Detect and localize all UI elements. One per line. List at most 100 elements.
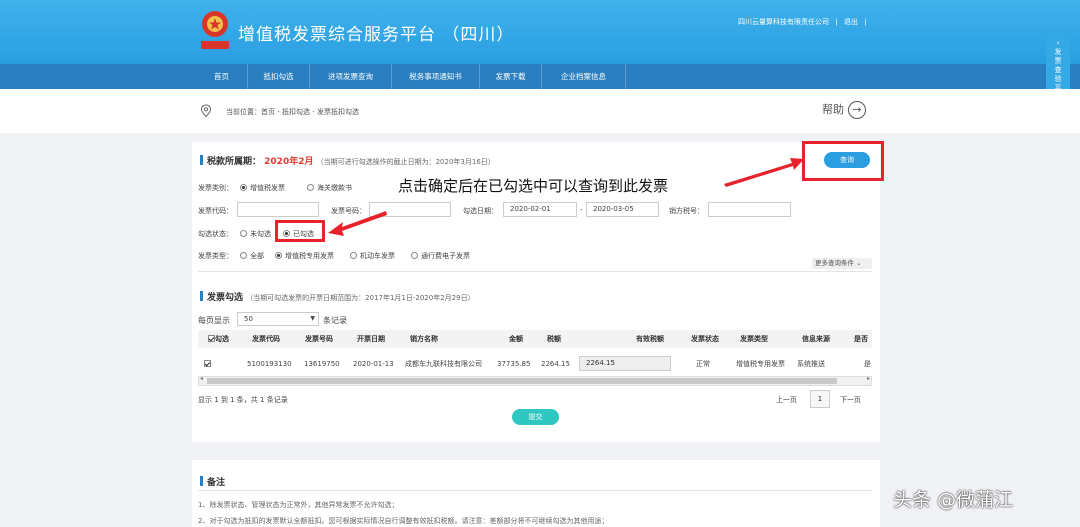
period-label: 税款所属期： [207, 157, 262, 167]
breadcrumb-bar: 当前位置：首页 - 抵扣勾选 - 发票抵扣勾选 帮助 → [0, 89, 1080, 133]
cell-tax: 2264.15 [541, 360, 570, 368]
table-row: 5100193130 13619750 2020-01-13 成都车九联科技有限… [198, 354, 872, 374]
annotation-text: 点击确定后在已勾选中可以查询到此发票 [398, 177, 669, 195]
table-header: 勾选 发票代码 发票号码 开票日期 销方名称 金额 税额 有效税额 发票状态 发… [198, 330, 872, 348]
header-extra: 是否 [854, 335, 868, 343]
period-title: 税款所属期： 2020年2月 （当期可进行勾选操作的截止日期为：2020年3月1… [200, 154, 495, 167]
option-label: 通行费电子发票 [421, 252, 470, 260]
invoice-code-input[interactable] [237, 202, 319, 217]
watermark: 头条 @微蒲江 [893, 489, 1014, 511]
option-label: 增值税发票 [250, 184, 285, 192]
checkbox-checked-icon [204, 360, 211, 367]
cell-source: 系统推送 [797, 360, 825, 368]
checkbox-checked-icon [208, 335, 215, 342]
header-date: 开票日期 [357, 335, 385, 343]
invoice-section-title: 发票勾选 （当期可勾选发票的开票日期范围为：2017年1月1日-2020年2月2… [200, 290, 475, 303]
header-status: 发票状态 [691, 335, 719, 343]
type-label: 发票类型： [198, 252, 233, 260]
radio-unchecked-icon [350, 252, 357, 259]
annotation-arrow-right-icon [724, 158, 804, 187]
logout-link[interactable]: 退出 [844, 18, 858, 26]
company-name: 四川云量算科技有限责任公司 [738, 18, 829, 26]
tax-emblem-icon [201, 11, 229, 49]
cell-extra: 是 [864, 360, 871, 368]
scroll-left-icon[interactable]: ◂ [200, 375, 203, 382]
highlight-box-selected [275, 220, 325, 242]
nav-item-deduction[interactable]: 抵扣勾选 [248, 64, 310, 89]
header-type: 发票类型 [740, 335, 768, 343]
radio-unchecked-icon [307, 184, 314, 191]
help-label: 帮助 [822, 103, 844, 116]
effective-tax-input[interactable]: 2264.15 [579, 356, 671, 371]
radio-type-all[interactable]: 全部 [240, 251, 264, 261]
date-to-input[interactable]: 2020-03-05 [586, 202, 659, 217]
option-label: 海关缴款书 [317, 184, 352, 192]
cell-date: 2020-01-13 [353, 360, 394, 368]
main-nav: 首页 抵扣勾选 进项发票查询 税务事项通知书 发票下载 企业档案信息 [0, 64, 1080, 89]
scroll-thumb[interactable] [207, 378, 837, 384]
cell-seller: 成都车九联科技有限公司 [405, 360, 482, 368]
cell-number: 13619750 [304, 360, 340, 368]
prev-page-button[interactable]: 上一页 [776, 395, 797, 405]
header-tax: 税额 [547, 335, 561, 343]
date-separator: - [580, 206, 583, 214]
radio-type-vat-special[interactable]: 增值税专用发票 [275, 251, 334, 261]
nav-item-home[interactable]: 首页 [196, 64, 248, 89]
radio-vat-invoice[interactable]: 增值税发票 [240, 183, 285, 193]
nav-item-profile[interactable]: 企业档案信息 [542, 64, 626, 89]
site-title: 增值税发票综合服务平台 （四川） [238, 25, 515, 45]
per-page-label: 每页显示 [198, 316, 230, 325]
header-effective-tax: 有效税额 [636, 335, 664, 343]
select-date-label: 勾选日期： [463, 207, 498, 215]
date-from-input[interactable]: 2020-02-01 [503, 202, 577, 217]
radio-checked-icon [275, 252, 282, 259]
arrow-right-icon: → [848, 101, 866, 119]
pagination-summary: 显示 1 到 1 条，共 1 条记录 [198, 396, 288, 404]
help-button[interactable]: 帮助 → [822, 101, 866, 119]
header-select[interactable]: 勾选 [208, 330, 229, 348]
cell-status: 正常 [696, 360, 710, 368]
row-checkbox[interactable] [204, 354, 211, 374]
option-label: 全部 [250, 252, 264, 260]
header-source: 信息来源 [802, 335, 830, 343]
radio-type-vehicle[interactable]: 机动车发票 [350, 251, 395, 261]
page-number-button[interactable]: 1 [810, 390, 830, 408]
next-page-button[interactable]: 下一页 [840, 395, 861, 405]
header-code: 发票代码 [252, 335, 280, 343]
header-label: 勾选 [215, 335, 229, 343]
radio-type-toll[interactable]: 通行费电子发票 [411, 251, 470, 261]
header-amount: 金额 [509, 335, 523, 343]
remark-line-2: 2、对于勾选为抵扣的发票默认全额抵扣。您可根据实际情况自行调整有效抵扣税额。请注… [198, 517, 609, 525]
period-note: （当期可进行勾选操作的截止日期为：2020年3月16日） [316, 158, 495, 166]
radio-unchecked-icon [240, 230, 247, 237]
cell-type: 增值税专用发票 [736, 360, 785, 368]
seller-tax-label: 销方税号： [669, 207, 704, 215]
nav-item-notice[interactable]: 税务事项通知书 [392, 64, 480, 89]
more-label: 更多查询条件 [815, 259, 854, 267]
horizontal-scrollbar[interactable]: ◂ ▸ [198, 375, 872, 386]
seller-tax-input[interactable] [708, 202, 791, 217]
more-conditions-button[interactable]: 更多查询条件 ⌄ [812, 258, 872, 269]
period-value: 2020年2月 [264, 157, 314, 167]
header-banner: 增值税发票综合服务平台 （四川） 四川云量算科技有限责任公司 | 退出 | [0, 0, 1080, 64]
nav-item-download[interactable]: 发票下载 [480, 64, 542, 89]
radio-unchecked-icon [240, 252, 247, 259]
nav-item-input-query[interactable]: 进项发票查询 [310, 64, 392, 89]
invoice-code-label: 发票代码： [198, 207, 233, 215]
header-number: 发票号码 [305, 335, 333, 343]
submit-button[interactable]: 提交 [512, 409, 559, 425]
radio-unselected[interactable]: 未勾选 [240, 229, 271, 239]
separator: | [864, 18, 867, 26]
scroll-right-icon[interactable]: ▸ [867, 375, 870, 382]
remark-line-1: 1、除发票状态、管理状态为正常外，其他异常发票不允许勾选； [198, 501, 399, 509]
annotation-arrow-left-icon [328, 211, 387, 236]
header-seller: 销方名称 [410, 335, 438, 343]
top-right-links: 四川云量算科技有限责任公司 | 退出 | [738, 17, 870, 27]
radio-customs-invoice[interactable]: 海关缴款书 [307, 183, 352, 193]
breadcrumb: 当前位置：首页 - 抵扣勾选 - 发票抵扣勾选 [226, 108, 359, 116]
per-page-select[interactable]: 50 ▼ [237, 312, 319, 326]
remarks-title: 备注 [199, 475, 225, 488]
cell-code: 5100193130 [247, 360, 292, 368]
status-label: 勾选状态： [198, 230, 233, 238]
invoice-section-label: 发票勾选 [207, 293, 244, 303]
